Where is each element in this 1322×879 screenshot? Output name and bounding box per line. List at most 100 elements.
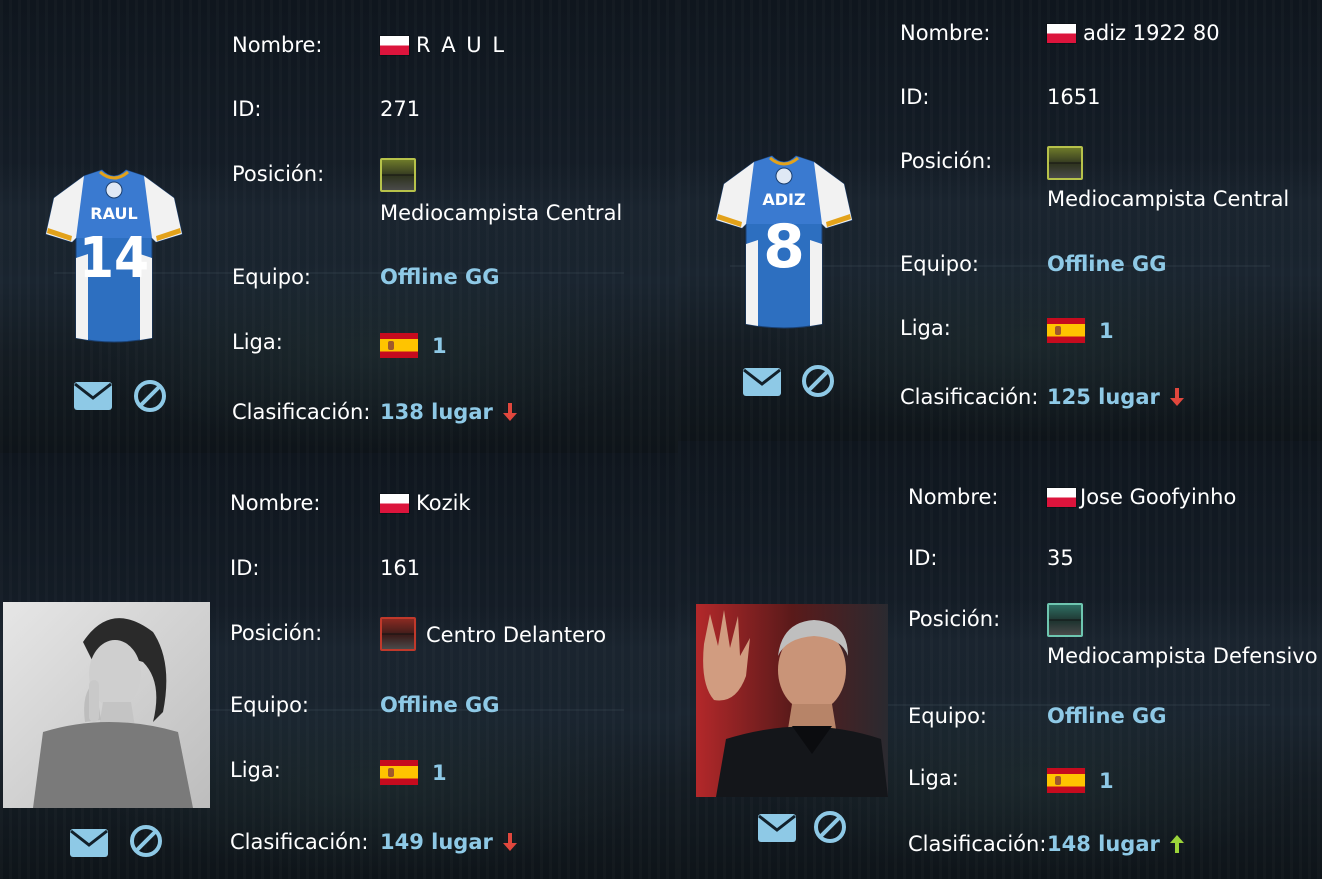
team-link[interactable]: Offline GG: [1047, 704, 1166, 728]
block-button[interactable]: [129, 824, 163, 862]
position-label: Posición:: [232, 162, 325, 186]
portrait-woman-icon: [3, 602, 210, 808]
message-button[interactable]: [757, 813, 797, 847]
position-label: Posición:: [230, 621, 323, 645]
ranking-value: 148 lugar: [1047, 832, 1160, 856]
ranking-label: Clasificación:: [230, 830, 369, 854]
position-defensive-midfield-icon: [1047, 603, 1083, 637]
player-id: 161: [380, 556, 421, 580]
portrait-man-icon: [696, 604, 888, 797]
block-button[interactable]: [133, 379, 167, 417]
player-position: Mediocampista Central: [1047, 187, 1290, 211]
player-name: R A U L: [380, 33, 506, 57]
id-label: ID:: [230, 556, 260, 580]
team-label: Equipo:: [230, 693, 309, 717]
ranking-value: 125 lugar: [1047, 385, 1160, 409]
league-value: 1: [432, 333, 447, 358]
ranking-label: Clasificación:: [900, 385, 1039, 409]
arrow-down-icon: [1168, 387, 1186, 407]
team-link[interactable]: Offline GG: [1047, 252, 1166, 276]
team-label: Equipo:: [900, 252, 979, 276]
league-link[interactable]: 1: [1047, 318, 1114, 343]
player-photo: [3, 602, 210, 808]
league-value: 1: [1099, 768, 1114, 793]
league-label: Liga:: [908, 766, 959, 790]
player-name-text: Kozik: [416, 491, 471, 515]
player-photo: [696, 604, 888, 797]
mail-icon: [69, 828, 109, 858]
league-label: Liga:: [900, 316, 951, 340]
poland-flag-icon: [1047, 23, 1076, 43]
ranking-link[interactable]: 149 lugar: [380, 830, 519, 854]
player-position: Centro Delantero: [426, 623, 607, 647]
ranking-label: Clasificación:: [232, 400, 371, 424]
ranking-link[interactable]: 125 lugar: [1047, 385, 1186, 409]
block-icon: [801, 364, 835, 398]
league-link[interactable]: 1: [380, 333, 447, 358]
league-link[interactable]: 1: [1047, 768, 1114, 793]
id-label: ID:: [908, 546, 938, 570]
player-id: 35: [1047, 546, 1074, 570]
message-button[interactable]: [73, 381, 113, 415]
mail-icon: [742, 367, 782, 397]
jersey-number: 8: [763, 212, 805, 282]
id-label: ID:: [232, 97, 262, 121]
spain-flag-icon: [380, 333, 418, 358]
id-label: ID:: [900, 85, 930, 109]
ranking-link[interactable]: 138 lugar: [380, 400, 519, 424]
name-label: Nombre:: [900, 21, 991, 45]
jersey-name: RAUL: [90, 204, 138, 223]
player-position: Mediocampista Central: [380, 201, 623, 225]
ranking-label: Clasificación:: [908, 832, 1047, 856]
league-link[interactable]: 1: [380, 760, 447, 785]
team-link[interactable]: Offline GG: [380, 693, 499, 717]
player-position: Mediocampista Defensivo: [1047, 644, 1318, 668]
jersey-name: ADIZ: [762, 190, 806, 209]
player-name: adiz 1922 80: [1047, 21, 1220, 45]
league-value: 1: [432, 760, 447, 785]
league-label: Liga:: [232, 330, 283, 354]
ranking-value: 149 lugar: [380, 830, 493, 854]
jersey-avatar: RAUL 14: [44, 168, 184, 348]
poland-flag-icon: [380, 493, 409, 513]
league-label: Liga:: [230, 758, 281, 782]
jersey-avatar: ADIZ 8: [714, 154, 854, 334]
position-midfield-icon: [1047, 146, 1083, 180]
position-label: Posición:: [908, 607, 1001, 631]
block-button[interactable]: [801, 364, 835, 402]
spain-flag-icon: [1047, 768, 1085, 793]
block-button[interactable]: [813, 810, 847, 848]
player-card: Nombre: Kozik ID: 161 Posición: Centro D…: [0, 453, 678, 879]
league-value: 1: [1099, 318, 1114, 343]
ranking-value: 138 lugar: [380, 400, 493, 424]
spain-flag-icon: [380, 760, 418, 785]
arrow-up-icon: [1168, 834, 1186, 854]
block-icon: [133, 379, 167, 413]
mail-icon: [73, 381, 113, 411]
player-name-text: Jose Goofyinho: [1080, 485, 1237, 509]
arrow-down-icon: [501, 832, 519, 852]
name-label: Nombre:: [232, 33, 323, 57]
ranking-link[interactable]: 148 lugar: [1047, 832, 1186, 856]
player-name-text: adiz 1922 80: [1083, 21, 1220, 45]
jersey-number: 14: [78, 226, 150, 291]
player-id: 271: [380, 97, 421, 121]
message-button[interactable]: [69, 828, 109, 862]
block-icon: [813, 810, 847, 844]
message-button[interactable]: [742, 367, 782, 401]
position-label: Posición:: [900, 149, 993, 173]
spain-flag-icon: [1047, 318, 1085, 343]
team-label: Equipo:: [232, 265, 311, 289]
name-label: Nombre:: [230, 491, 321, 515]
team-link[interactable]: Offline GG: [380, 265, 499, 289]
player-name: Jose Goofyinho: [1047, 485, 1236, 509]
team-label: Equipo:: [908, 704, 987, 728]
player-id: 1651: [1047, 85, 1101, 109]
player-card: Nombre: Jose Goofyinho ID: 35 Posición: …: [678, 441, 1322, 879]
player-name-text: R A U L: [416, 33, 507, 57]
player-name: Kozik: [380, 491, 471, 515]
position-forward-icon: [380, 617, 416, 651]
block-icon: [129, 824, 163, 858]
mail-icon: [757, 813, 797, 843]
arrow-down-icon: [501, 402, 519, 422]
